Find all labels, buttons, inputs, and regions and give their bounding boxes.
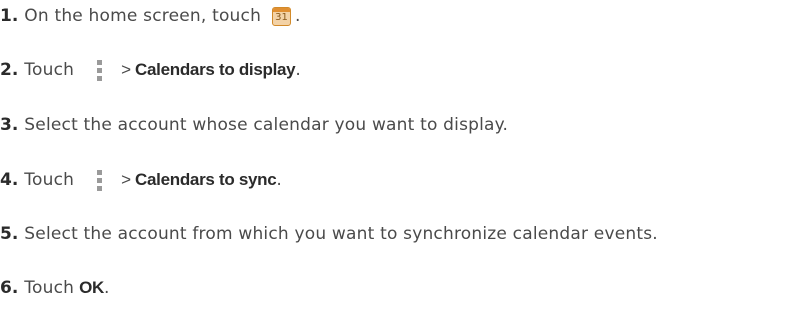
step-punctuation: . <box>295 60 301 80</box>
step-3: 3. Select the account whose calendar you… <box>0 112 508 138</box>
step-text: Touch <box>24 278 75 298</box>
menu-option: Calendars to display <box>135 60 296 79</box>
step-number: 4. <box>0 170 19 190</box>
step-number: 2. <box>0 60 19 80</box>
step-punctuation: . <box>295 6 301 26</box>
menu-icon <box>97 169 103 191</box>
step-number: 6. <box>0 278 19 298</box>
menu-icon <box>97 59 103 81</box>
step-6: 6. Touch OK . <box>0 275 110 301</box>
step-text: Touch <box>24 170 75 190</box>
step-punctuation: . <box>104 278 110 298</box>
step-text: Touch <box>24 60 75 80</box>
step-text: On the home screen, touch <box>24 6 262 26</box>
step-1: 1. On the home screen, touch 31 . <box>0 3 301 29</box>
step-punctuation: . <box>276 170 282 190</box>
calendar-icon: 31 <box>272 6 292 26</box>
step-5: 5. Select the account from which you wan… <box>0 221 658 247</box>
step-text: Select the account from which you want t… <box>24 224 658 244</box>
step-4: 4. Touch > Calendars to sync . <box>0 167 282 193</box>
step-number: 1. <box>0 6 19 26</box>
step-text: Select the account whose calendar you wa… <box>24 115 509 135</box>
step-number: 5. <box>0 224 19 244</box>
path-separator: > <box>121 170 132 189</box>
path-separator: > <box>121 60 132 79</box>
step-2: 2. Touch > Calendars to display . <box>0 57 301 83</box>
instruction-steps: 1. On the home screen, touch 31 . 2. Tou… <box>0 0 798 315</box>
step-number: 3. <box>0 115 19 135</box>
calendar-day: 31 <box>275 11 288 23</box>
menu-option: Calendars to sync <box>135 170 277 189</box>
menu-option: OK <box>79 278 104 297</box>
